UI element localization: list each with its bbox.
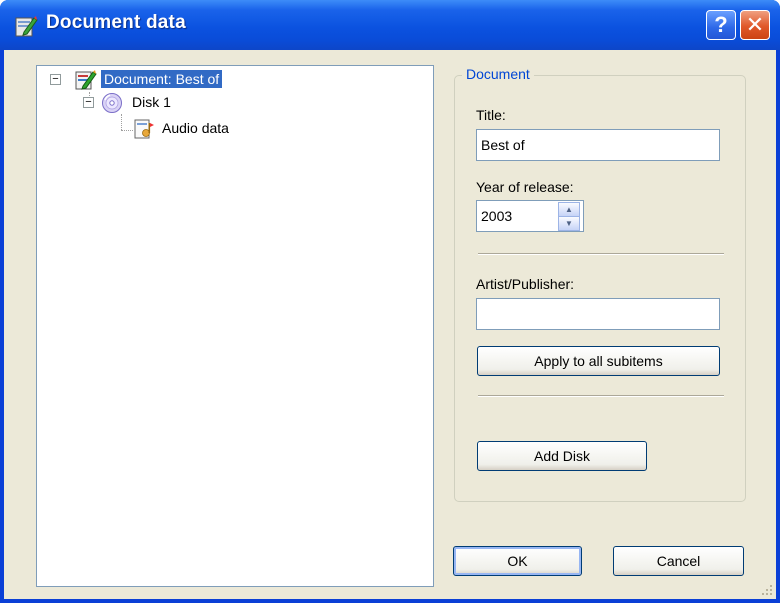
- group-caption: Document: [462, 66, 534, 82]
- title-bar[interactable]: Document data ? ✕: [0, 0, 780, 50]
- disc-icon: [102, 93, 122, 113]
- window-title: Document data: [46, 12, 186, 33]
- tree-item-audio-data[interactable]: Audio data: [159, 119, 232, 137]
- separator: [478, 395, 724, 397]
- dialog-client-area: − Document: Best of − Disk 1 Audio data …: [4, 50, 776, 599]
- year-spin-down-button[interactable]: ▼: [558, 216, 580, 231]
- separator: [478, 253, 724, 255]
- audio-file-icon: [134, 119, 154, 139]
- tree-item-document[interactable]: Document: Best of: [101, 70, 223, 88]
- document-edit-icon: [75, 70, 97, 90]
- year-spin-up-button[interactable]: ▲: [558, 202, 580, 217]
- title-input[interactable]: Best of: [476, 129, 720, 161]
- title-label: Title:: [476, 107, 506, 123]
- ok-button[interactable]: OK: [453, 546, 582, 576]
- year-label: Year of release:: [476, 179, 574, 195]
- tree-connector-line: [121, 114, 122, 130]
- document-tree[interactable]: − Document: Best of − Disk 1 Audio data: [36, 65, 434, 587]
- artist-input[interactable]: [476, 298, 720, 330]
- dialog-window: Document data ? ✕ − Document: Best of −: [0, 0, 780, 603]
- add-disk-button[interactable]: Add Disk: [477, 441, 647, 471]
- tree-connector-line: [121, 130, 133, 131]
- artist-label: Artist/Publisher:: [476, 276, 575, 292]
- resize-grip-icon[interactable]: [759, 582, 773, 596]
- cancel-button[interactable]: Cancel: [613, 546, 744, 576]
- document-edit-icon: [15, 16, 38, 37]
- tree-expander-root[interactable]: −: [50, 74, 61, 85]
- help-button[interactable]: ?: [706, 10, 736, 40]
- close-button[interactable]: ✕: [740, 10, 770, 40]
- tree-expander-disk[interactable]: −: [83, 97, 94, 108]
- apply-to-all-subitems-button[interactable]: Apply to all subitems: [477, 346, 720, 376]
- tree-item-disk[interactable]: Disk 1: [129, 93, 174, 111]
